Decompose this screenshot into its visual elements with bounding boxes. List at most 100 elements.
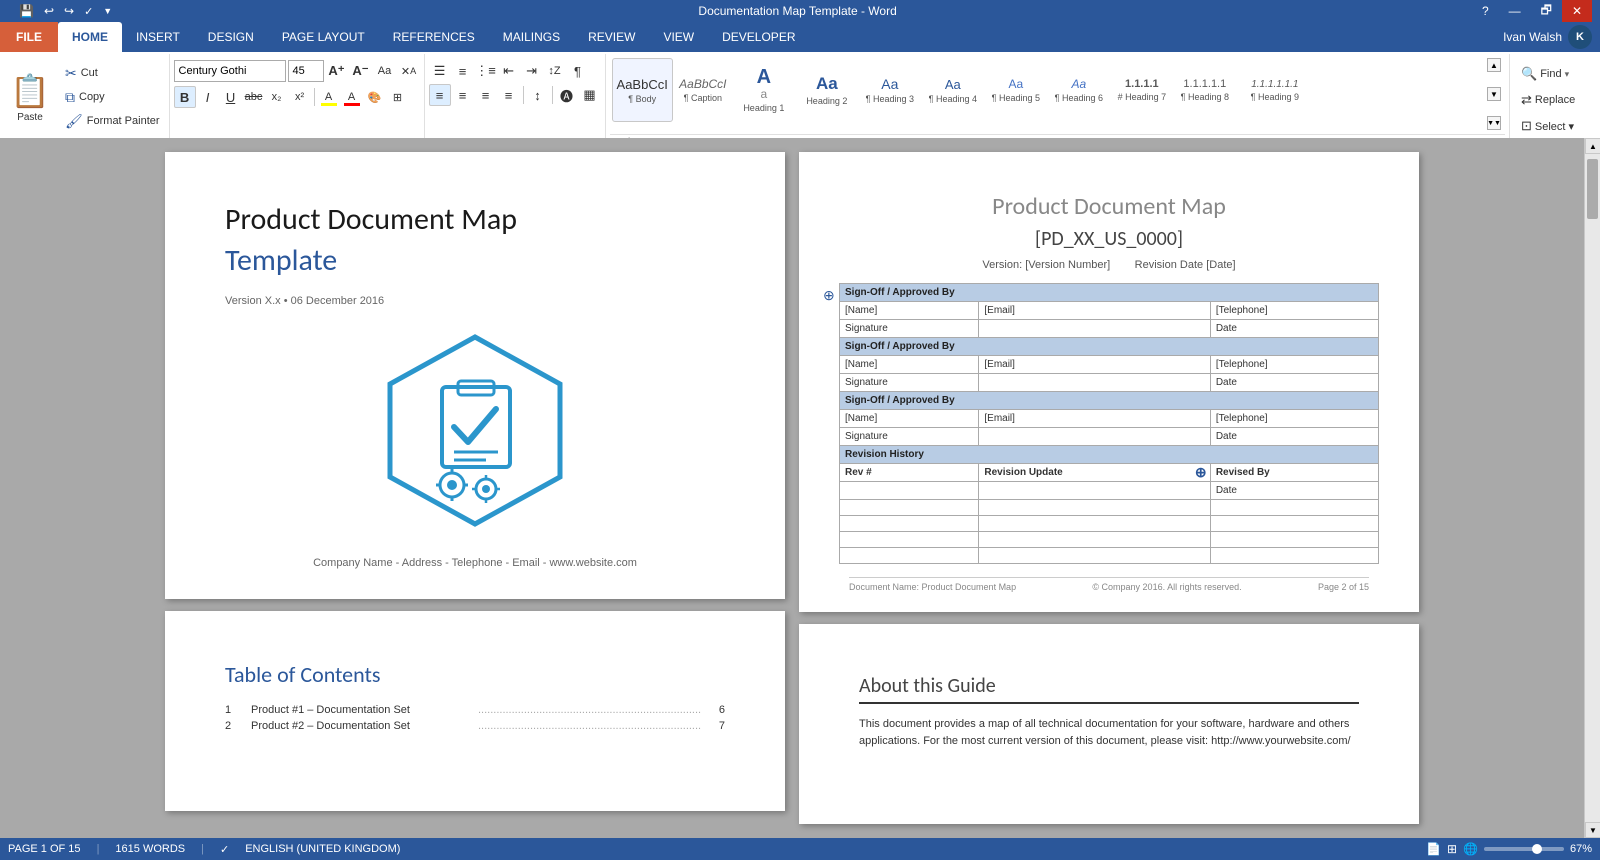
cover-title: Product Document Map [225, 202, 725, 238]
style-heading8[interactable]: 1.1.1.1.1 ¶ Heading 8 [1174, 58, 1236, 122]
select-label: Select ▾ [1535, 120, 1574, 133]
style-heading7[interactable]: 1.1.1.1 # Heading 7 [1111, 58, 1173, 122]
decrease-indent-btn[interactable]: ⇤ [498, 60, 520, 82]
user-avatar[interactable]: K [1568, 25, 1592, 49]
quick-access-save[interactable]: 💾 [16, 3, 37, 19]
tab-mailings[interactable]: MAILINGS [489, 22, 574, 52]
text-highlight-btn[interactable]: A [318, 86, 340, 108]
tab-view[interactable]: VIEW [649, 22, 708, 52]
close-btn[interactable]: ✕ [1562, 0, 1592, 22]
style-heading6[interactable]: Aa ¶ Heading 6 [1048, 58, 1110, 122]
spell-check-icon[interactable]: ✓ [220, 843, 229, 856]
format-painter-label: Format Painter [87, 115, 160, 127]
bold-button[interactable]: B [174, 86, 196, 108]
increase-indent-btn[interactable]: ⇥ [521, 60, 543, 82]
line-spacing-btn[interactable]: ↕ [527, 84, 549, 106]
minimize-btn[interactable]: — [1499, 0, 1531, 22]
toc-item-1-dots: ........................................… [478, 704, 701, 716]
tab-references[interactable]: REFERENCES [379, 22, 489, 52]
scroll-up-btn[interactable]: ▲ [1585, 138, 1600, 154]
tab-design[interactable]: DESIGN [194, 22, 268, 52]
styles-scroll-down[interactable]: ▼ [1487, 87, 1501, 101]
clear-formatting-btn[interactable]: ✕A [398, 60, 420, 82]
zoom-slider[interactable] [1484, 847, 1564, 851]
font-name-input[interactable]: Century Gothi [174, 60, 286, 82]
shading2-btn[interactable]: 🅐 [556, 84, 578, 106]
scroll-down-btn[interactable]: ▼ [1585, 822, 1600, 838]
align-center-btn[interactable]: ≡ [452, 84, 474, 106]
underline-button[interactable]: U [220, 86, 242, 108]
font-size-input[interactable]: 45 [288, 60, 324, 82]
styles-scroll-up[interactable]: ▲ [1487, 58, 1501, 72]
sort-btn[interactable]: ↕Z [544, 60, 566, 82]
signoff-table: Sign-Off / Approved By [Name] [Email] [T… [839, 283, 1379, 564]
multilevel-list-btn[interactable]: ⋮≡ [475, 60, 497, 82]
tab-file[interactable]: FILE [0, 22, 58, 52]
style-h8-preview: 1.1.1.1.1 [1183, 78, 1226, 90]
numbered-list-btn[interactable]: ≡ [452, 60, 474, 82]
help-btn[interactable]: ? [1472, 0, 1499, 22]
tab-home[interactable]: HOME [58, 22, 122, 52]
font-shrink-btn[interactable]: A⁻ [350, 60, 372, 82]
view-single-page[interactable]: 📄 [1426, 842, 1441, 856]
tab-developer[interactable]: DEVELOPER [708, 22, 809, 52]
quick-access-redo[interactable]: ↪ [61, 3, 77, 19]
language[interactable]: ENGLISH (UNITED KINGDOM) [245, 843, 400, 855]
align-left-btn[interactable]: ≡ [429, 84, 451, 106]
cut-button[interactable]: ✂ Cut [60, 62, 165, 85]
style-body-name: ¶ Body [628, 94, 656, 104]
view-two-page[interactable]: ⊞ [1447, 842, 1457, 856]
scroll-thumb[interactable] [1587, 159, 1598, 219]
table-plus-1[interactable]: ⊕ [823, 287, 835, 304]
copy-button[interactable]: ⧉ Copy [60, 86, 165, 109]
justify-btn[interactable]: ≡ [498, 84, 520, 106]
signoff-date-2: Date [1210, 374, 1378, 392]
styles-more[interactable]: ▼▼ [1487, 116, 1501, 130]
tab-page-layout[interactable]: PAGE LAYOUT [268, 22, 379, 52]
subscript-button[interactable]: x₂ [266, 86, 288, 108]
superscript-button[interactable]: x² [289, 86, 311, 108]
style-heading4[interactable]: Aa ¶ Heading 4 [922, 58, 984, 122]
borders2-btn[interactable]: ▦ [579, 84, 601, 106]
align-right-btn[interactable]: ≡ [475, 84, 497, 106]
signoff-sig-2: Signature [840, 374, 979, 392]
italic-button[interactable]: I [197, 86, 219, 108]
style-heading9[interactable]: 1.1.1.1.1.1 ¶ Heading 9 [1237, 58, 1313, 122]
table-plus-2[interactable]: ⊕ [1195, 464, 1207, 481]
document-area: Product Document Map Template Version X.… [0, 138, 1584, 838]
show-formatting-btn[interactable]: ¶ [567, 60, 589, 82]
style-heading3[interactable]: Aa ¶ Heading 3 [859, 58, 921, 122]
signoff-phone-3: [Telephone] [1210, 410, 1378, 428]
paste-button[interactable]: 📋 Paste [4, 65, 56, 129]
tab-insert[interactable]: INSERT [122, 22, 194, 52]
vertical-scrollbar[interactable]: ▲ ▼ [1584, 138, 1600, 838]
style-caption-preview: AaBbCcI [679, 77, 726, 91]
style-heading5[interactable]: Aa ¶ Heading 5 [985, 58, 1047, 122]
font-color-btn[interactable]: A [341, 86, 363, 108]
format-painter-button[interactable]: 🖌 Format Painter [60, 110, 165, 133]
style-caption[interactable]: AaBbCcI ¶ Caption [674, 58, 732, 122]
shading-btn[interactable]: 🎨 [364, 86, 386, 108]
restore-btn[interactable]: 🗗 [1531, 0, 1562, 22]
quick-access-customize[interactable]: ▼ [100, 5, 115, 17]
zoom-thumb[interactable] [1532, 844, 1542, 854]
borders-btn[interactable]: ⊞ [387, 86, 409, 108]
strikethrough-button[interactable]: abc [243, 86, 265, 108]
replace-button[interactable]: ⇄ Replace [1514, 88, 1582, 112]
change-case-btn[interactable]: Aa [374, 60, 396, 82]
style-heading2[interactable]: Aa Heading 2 [796, 58, 858, 122]
quick-access-undo[interactable]: ↩ [41, 3, 57, 19]
tab-review[interactable]: REVIEW [574, 22, 649, 52]
rev-col-by: ⊕ Revised By [1210, 464, 1378, 482]
style-h6-preview: Aa [1072, 77, 1087, 91]
find-button[interactable]: 🔍 Find ▾ [1514, 62, 1576, 86]
style-body[interactable]: AaBbCcI ¶ Body [612, 58, 673, 122]
view-web[interactable]: 🌐 [1463, 842, 1478, 856]
style-heading1[interactable]: A a Heading 1 [733, 58, 795, 122]
toc-item-2-num: 2 [225, 720, 245, 732]
about-title: About this Guide [859, 674, 1359, 704]
font-grow-btn[interactable]: A⁺ [326, 60, 348, 82]
quick-access-check[interactable]: ✓ [81, 4, 96, 19]
select-button[interactable]: ⊡ Select ▾ [1514, 114, 1581, 138]
bullet-list-btn[interactable]: ☰ [429, 60, 451, 82]
